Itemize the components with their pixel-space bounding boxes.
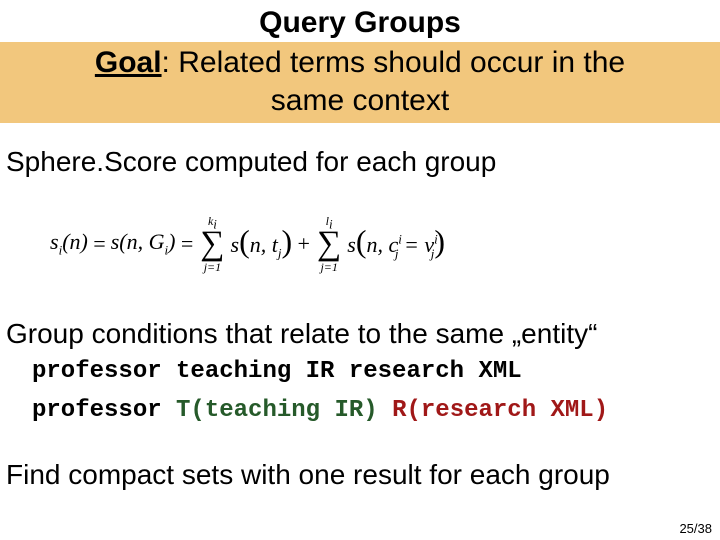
goal-band: Goal: Related terms should occur in the … — [0, 42, 720, 123]
slide: Query Groups Goal: Related terms should … — [0, 0, 720, 540]
sum2-bot: j=1 — [320, 261, 337, 273]
sigma-icon: ∑ — [200, 227, 224, 261]
page-number: 25/38 — [679, 521, 712, 536]
q2-plain: professor — [32, 397, 176, 424]
example-query-1: professor teaching IR research XML — [32, 356, 720, 388]
formula: si(n) = s(n, Gi) = ki ∑ j=1 s(n, tj) + l… — [50, 215, 720, 273]
sum-1: ki ∑ j=1 — [200, 215, 224, 273]
goal-text-1: Related terms should occur in the — [178, 46, 625, 79]
f-lhs-arg: (n) — [62, 229, 88, 254]
sum1-bot: j=1 — [204, 261, 221, 273]
f-eq1: = — [92, 231, 107, 257]
goal-label: Goal — [95, 46, 162, 79]
sum-2: li ∑ j=1 — [317, 215, 341, 273]
f-t1: s — [231, 232, 240, 257]
f-eq2: = — [179, 231, 194, 257]
f-mid: s(n, G — [111, 229, 165, 254]
goal-text-2: same context — [271, 84, 449, 117]
f-lhs-s: s — [50, 229, 59, 254]
line-sphere-score: Sphere.Score computed for each group — [6, 145, 720, 179]
line-final: Find compact sets with one result for ea… — [6, 459, 720, 491]
slide-title: Query Groups — [0, 0, 720, 40]
q2-group-r: R(research XML) — [392, 397, 608, 424]
f-plus: + — [296, 231, 311, 257]
f-t2: s — [347, 232, 356, 257]
sigma-icon: ∑ — [317, 227, 341, 261]
line-group-conditions: Group conditions that relate to the same… — [6, 317, 720, 351]
goal-sep: : — [162, 46, 179, 79]
q2-group-t: T(teaching IR) — [176, 397, 392, 424]
example-query-2: professor T(teaching IR) R(research XML) — [32, 395, 720, 427]
f-mid-close: ) — [168, 229, 175, 254]
f-t2-eq: = v — [399, 232, 435, 257]
